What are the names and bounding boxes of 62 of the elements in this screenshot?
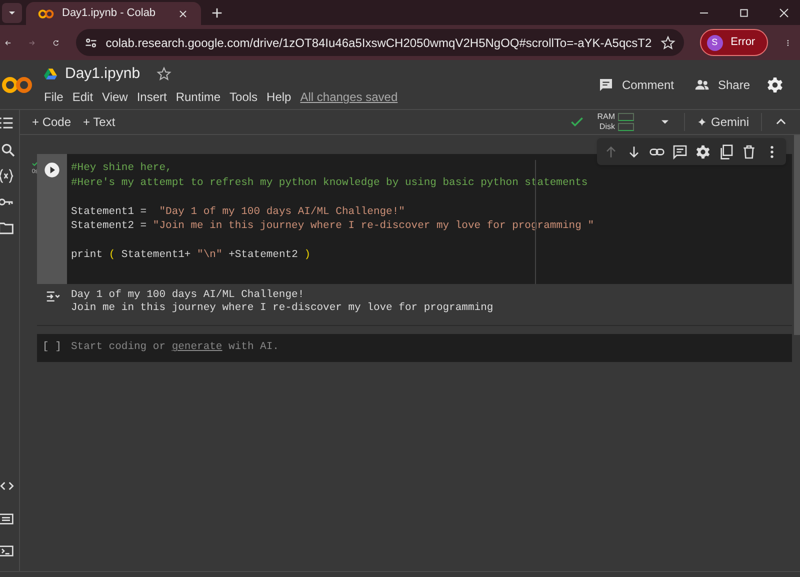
tab-title: Day1.ipynb - Colab — [62, 6, 157, 22]
tab-list-button[interactable] — [2, 3, 22, 23]
output-line: Day 1 of my 100 days AI/ML Challenge! — [71, 289, 306, 302]
profile-error-button[interactable]: S Error — [700, 29, 768, 56]
code-line: print ( Statement1+ "\n" +Statement2 ) — [71, 248, 312, 262]
resource-monitor[interactable]: RAM Disk — [597, 112, 634, 132]
folder-icon[interactable] — [0, 220, 14, 236]
resource-bar — [618, 123, 634, 131]
run-cell-button[interactable] — [44, 162, 60, 178]
menu-item[interactable]: Insert — [136, 88, 167, 106]
variables-icon[interactable] — [0, 168, 14, 184]
add-code-button[interactable]: + Code — [32, 113, 72, 131]
code-line: #Hey shine here, — [71, 161, 173, 176]
close-icon[interactable] — [177, 8, 189, 20]
menu-item[interactable]: Runtime — [176, 88, 221, 106]
menu-item[interactable]: Help — [266, 88, 292, 106]
star-icon[interactable] — [660, 34, 676, 50]
site-settings-icon[interactable] — [84, 36, 98, 50]
url-text: colab.research.google.com/drive/1zOT84Iu46a5IxswCH2050wmqV2H5NgOQ#scrollTo=-aYK-A5qcsT2 — [106, 34, 652, 52]
menu-item[interactable]: View — [102, 88, 128, 106]
generate-link[interactable]: generate — [172, 341, 222, 354]
output-line: Join me in this journey where I re-discover my love for programming — [71, 302, 494, 315]
comment-icon[interactable] — [672, 144, 688, 160]
cell-brackets: [ ] — [42, 340, 62, 356]
table-of-contents-icon[interactable] — [0, 114, 14, 130]
save-status-link[interactable]: All changes saved — [300, 88, 398, 106]
code-line: Statement2 = "Join me in this journey where I re-discover my love for programming " — [71, 219, 595, 234]
cell-placeholder: Start coding or generate with AI. — [70, 340, 279, 356]
resource-bar — [618, 113, 634, 121]
menu-item[interactable]: Tools — [230, 88, 258, 106]
address-bar[interactable]: colab.research.google.com/drive/1zOT84Iu46a5IxswCH2050wmqV2H5NgOQ#scrollTo=-aYK-A5qcsT2 — [76, 29, 684, 56]
resource-label: Disk — [599, 122, 615, 132]
profile-status: Error — [730, 35, 756, 50]
search-icon[interactable] — [0, 142, 16, 158]
gemini-button[interactable]: Gemini — [696, 113, 749, 131]
drive-icon — [44, 68, 57, 80]
settings-icon[interactable] — [766, 76, 784, 94]
settings-icon[interactable] — [695, 144, 711, 160]
colab-logo-icon — [38, 8, 54, 18]
sparkle-icon — [696, 117, 707, 127]
menu-item[interactable]: File — [44, 88, 64, 106]
terminal-icon[interactable] — [0, 543, 14, 559]
command-palette-icon[interactable] — [0, 511, 14, 527]
output-toggle-icon[interactable] — [44, 289, 60, 304]
code-line: #Here's my attempt to refresh my python knowledge by using basic python statements — [71, 176, 589, 190]
menu-item[interactable]: Edit — [72, 88, 94, 106]
resource-label: RAM — [597, 112, 615, 122]
empty-code-cell[interactable]: [ ] Start coding or generate with AI. — [37, 334, 792, 362]
browser-tab[interactable]: Day1.ipynb - Colab — [26, 2, 201, 25]
star-icon[interactable] — [156, 66, 172, 82]
share-button[interactable]: Share — [694, 76, 750, 94]
copy-icon[interactable] — [718, 144, 734, 160]
notebook-title[interactable]: Day1.ipynb — [65, 62, 140, 86]
code-line: Statement1 = "Day 1 of my 100 days AI/ML Challenge!" — [71, 204, 406, 219]
comment-button[interactable]: Comment — [598, 76, 674, 94]
add-text-button[interactable]: + Text — [83, 113, 116, 131]
trash-icon[interactable] — [741, 144, 757, 160]
code-brackets-icon[interactable] — [0, 479, 14, 493]
avatar: S — [706, 34, 723, 50]
colab-logo-icon[interactable] — [2, 76, 32, 94]
scrollbar[interactable] — [794, 135, 800, 335]
comment-icon — [598, 76, 614, 92]
